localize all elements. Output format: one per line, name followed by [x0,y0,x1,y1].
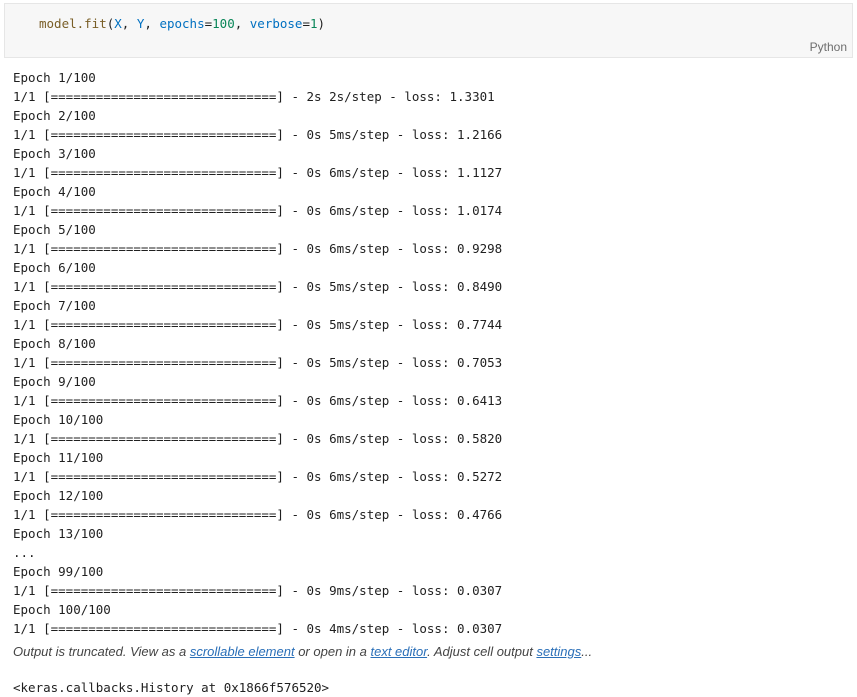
output-line: Epoch 5/100 [13,222,96,237]
scrollable-element-link[interactable]: scrollable element [190,644,295,659]
output-line: 1/1 [==============================] - 0… [13,469,503,484]
settings-link[interactable]: settings [536,644,581,659]
output-line: 1/1 [==============================] - 0… [13,317,503,332]
output-line: Epoch 4/100 [13,184,96,199]
output-line: Epoch 11/100 [13,450,104,465]
output-line: Epoch 100/100 [13,602,111,617]
output-line: 1/1 [==============================] - 0… [13,203,503,218]
output-line: 1/1 [==============================] - 0… [13,279,503,294]
cell-output: Epoch 1/100 1/1 [========================… [13,68,853,638]
output-line: Epoch 6/100 [13,260,96,275]
code-separator: , [144,16,160,31]
output-line: Epoch 1/100 [13,70,96,85]
code-arg-x: X [114,16,122,31]
output-line: Epoch 2/100 [13,108,96,123]
code-value-verbose: 1 [310,16,318,31]
code-param-verbose: verbose [249,16,303,31]
output-line: 1/1 [==============================] - 0… [13,583,503,598]
output-line: Epoch 9/100 [13,374,96,389]
truncation-notice: Output is truncated. View as a scrollabl… [13,644,592,659]
output-line: Epoch 3/100 [13,146,96,161]
output-line: 1/1 [==============================] - 0… [13,355,503,370]
output-line: Epoch 8/100 [13,336,96,351]
output-line: Epoch 12/100 [13,488,104,503]
truncation-middle: or open in a [294,644,371,659]
code-equals: = [204,16,213,31]
output-line: 1/1 [==============================] - 0… [13,165,503,180]
code-cell-input[interactable]: model.fit(X, Y, epochs=100, verbose=1) P… [4,3,853,58]
output-line: ... [13,545,36,560]
code-line[interactable]: model.fit(X, Y, epochs=100, verbose=1) [39,16,325,32]
output-line: 1/1 [==============================] - 0… [13,621,503,636]
output-line: 1/1 [==============================] - 0… [13,507,503,522]
output-line: Epoch 7/100 [13,298,96,313]
code-separator: , [234,16,250,31]
truncation-middle2: . Adjust cell output [427,644,537,659]
output-line: 1/1 [==============================] - 0… [13,127,503,142]
truncation-suffix: ... [581,644,593,659]
code-paren-close: ) [317,16,326,31]
output-line: 1/1 [==============================] - 2… [13,89,495,104]
execution-result: <keras.callbacks.History at 0x1866f57652… [13,680,330,695]
code-equals: = [302,16,310,31]
cell-language-label[interactable]: Python [810,40,847,54]
truncation-prefix: Output is truncated. View as a [13,644,190,659]
output-line: Epoch 10/100 [13,412,104,427]
output-line: Epoch 13/100 [13,526,104,541]
output-line: 1/1 [==============================] - 0… [13,393,503,408]
code-value-epochs: 100 [212,16,235,31]
code-param-epochs: epochs [159,16,205,31]
text-editor-link[interactable]: text editor [370,644,427,659]
output-line: 1/1 [==============================] - 0… [13,241,503,256]
code-separator: , [121,16,137,31]
output-line: 1/1 [==============================] - 0… [13,431,503,446]
code-function: model.fit [39,16,107,31]
output-line: Epoch 99/100 [13,564,104,579]
